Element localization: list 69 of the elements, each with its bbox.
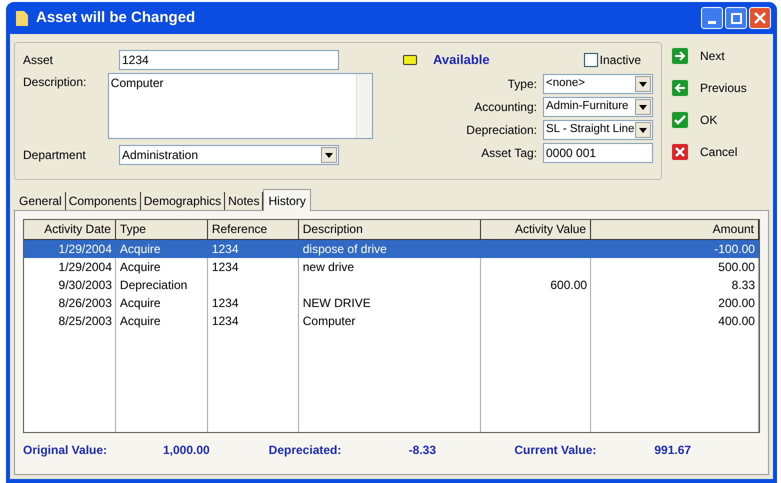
field-label: Asset Tag:: [481, 145, 537, 162]
document-icon: [16, 10, 28, 26]
arrow-left-icon: [672, 80, 688, 96]
table-cell-text: Acquire: [118, 295, 162, 312]
close-icon: [754, 12, 766, 24]
field-label: Type:: [508, 76, 537, 93]
arrow-right-icon: [672, 48, 688, 64]
close-icon: [672, 144, 688, 160]
window-title: Asset will be Changed: [36, 8, 196, 28]
field-label: Accounting:: [474, 99, 537, 116]
asset-label: Asset: [23, 52, 54, 69]
table-row[interactable]: 1/29/2004 Acquire 1234 new drive 500.00: [24, 258, 759, 276]
table-cell-text: 8/26/2003: [58, 295, 113, 312]
close-button[interactable]: [749, 7, 771, 29]
maximize-icon: [730, 12, 742, 24]
table-cell-text: 8.33: [730, 277, 756, 294]
table-cell-text: 1234: [210, 313, 240, 330]
table-row[interactable]: 1/29/2004 Acquire 1234 dispose of drive -100.00: [24, 240, 759, 258]
table-cell-text: Depreciation: [118, 277, 188, 294]
table-row[interactable]: 8/26/2003 Acquire 1234 NEW DRIVE 200.00: [24, 294, 759, 312]
table-cell-text: 400.00: [717, 313, 756, 330]
scrollbar[interactable]: [356, 74, 372, 138]
action-button[interactable]: Cancel: [672, 142, 747, 162]
table-cell-text: dispose of drive: [302, 241, 388, 258]
action-button[interactable]: Previous: [672, 78, 747, 98]
table-cell-text: 200.00: [717, 295, 756, 312]
table-cell-text: 1/29/2004: [58, 241, 113, 258]
table-cell-text: 1/29/2004: [58, 259, 113, 276]
asset-field[interactable]: 1234: [119, 50, 339, 70]
maximize-button[interactable]: [725, 7, 747, 29]
dropdown[interactable]: <none>: [543, 74, 653, 94]
minimize-icon: [708, 21, 716, 24]
checkmark-icon: [672, 112, 688, 128]
table-cell-text: new drive: [302, 259, 356, 276]
department-dropdown[interactable]: Administration: [119, 145, 339, 165]
table-cell-text: 8/25/2003: [58, 313, 113, 330]
asset-tag-field[interactable]: 0000 001: [543, 143, 653, 163]
action-button[interactable]: OK: [672, 110, 747, 130]
status-text: Available: [433, 51, 490, 70]
summary-value: 1,000.00: [163, 442, 210, 459]
inactive-label: Inactive: [600, 52, 641, 69]
summary-label: Current Value:: [514, 442, 598, 459]
table-cell-text: Acquire: [118, 259, 162, 276]
table-row[interactable]: 9/30/2003 Depreciation 600.00 8.33: [24, 276, 759, 294]
table-cell-text: Computer: [302, 313, 356, 330]
table-cell-text: 1234: [210, 259, 240, 276]
table-cell-text: Acquire: [118, 313, 162, 330]
table-cell-text: NEW DRIVE: [302, 295, 372, 312]
summary-label: Original Value:: [23, 442, 108, 459]
table-cell-text: 1234: [210, 295, 240, 312]
tab[interactable]: History: [263, 189, 311, 211]
description-field[interactable]: Computer: [108, 73, 373, 139]
table-cell-text: 1234: [210, 241, 240, 258]
dropdown[interactable]: SL - Straight Line: [543, 120, 653, 140]
summary-value: 991.67: [654, 442, 692, 459]
table-cell-text: 500.00: [717, 259, 756, 276]
department-label: Department: [23, 147, 87, 164]
minimize-button[interactable]: [701, 7, 723, 29]
table-row[interactable]: 8/25/2003 Acquire 1234 Computer 400.00: [24, 312, 759, 330]
summary-label: Depreciated:: [268, 442, 342, 459]
table-cell-text: -100.00: [713, 241, 756, 258]
table-cell-text: 600.00: [549, 277, 588, 294]
field-label: Depreciation:: [466, 122, 537, 139]
table-cell-text: 9/30/2003: [58, 277, 113, 294]
dropdown[interactable]: Admin-Furniture: [543, 97, 653, 117]
action-button[interactable]: Next: [672, 46, 747, 66]
table-cell-text: Acquire: [118, 241, 162, 258]
summary-value: -8.33: [408, 442, 436, 459]
description-label: Description:: [23, 74, 88, 91]
